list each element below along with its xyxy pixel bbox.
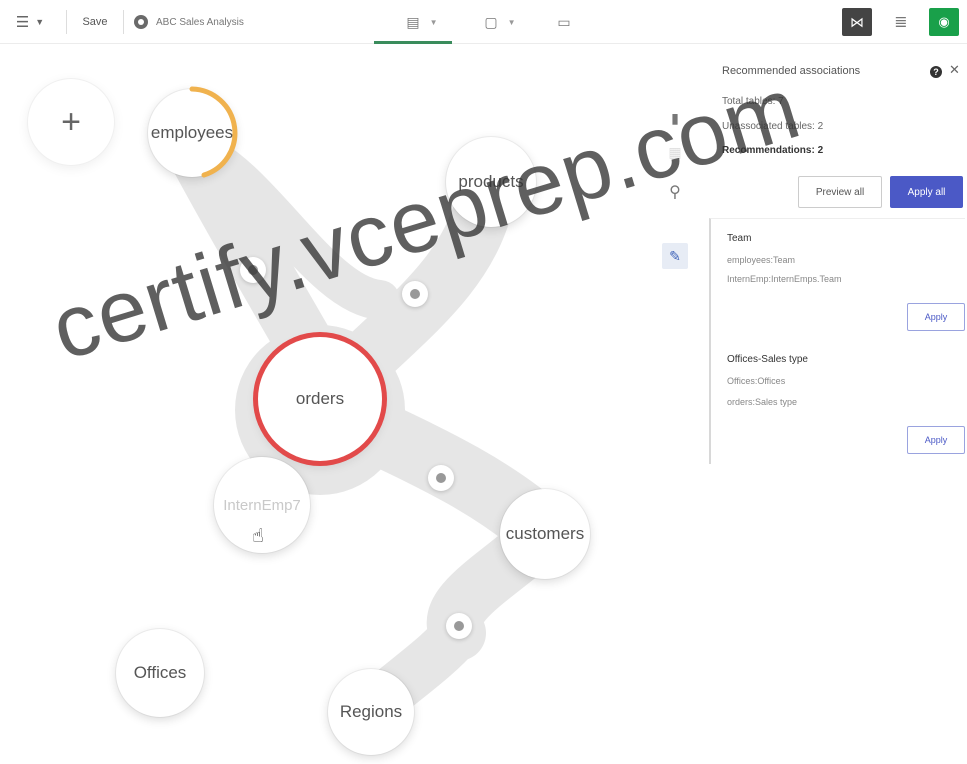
recommendations-stat: Recommendations: 2 (722, 145, 824, 156)
table-preview-icon: ▢ (484, 13, 498, 30)
unassociated-tables-stat: Unassociated tables: 2 (722, 121, 824, 132)
apply-button[interactable]: Apply (907, 303, 965, 331)
recommendation-card: Offices-Sales type Offices:Offices order… (709, 340, 965, 464)
recommendation-field: InternEmp:InternEmps.Team (727, 274, 842, 284)
plus-icon: + (61, 102, 81, 141)
run-icon: ◉ (938, 14, 950, 29)
list-view-button[interactable]: ≣ (886, 8, 916, 36)
chevron-down-icon: ▼ (507, 17, 516, 27)
search-icon: ⚲ (669, 184, 681, 201)
recommendation-title: Offices-Sales type (727, 354, 808, 365)
hand-cursor-icon: ☝ (252, 526, 264, 547)
model-view-icon: ⋈ (850, 13, 864, 30)
preview-all-button[interactable]: Preview all (798, 176, 882, 208)
toolbar-divider (66, 10, 67, 34)
recommendation-field: employees:Team (727, 255, 796, 265)
table-node-regions[interactable]: Regions (328, 669, 414, 755)
table-node-products[interactable]: products (446, 137, 536, 227)
preview-button[interactable]: ▭ (553, 8, 575, 36)
add-data-button[interactable]: + (28, 79, 114, 165)
data-model-icon: ▤ (406, 13, 420, 30)
association-connector[interactable] (428, 465, 454, 491)
loading-ring (189, 86, 238, 178)
table-name: InternEmp7 (223, 496, 301, 514)
app-icon (134, 15, 148, 29)
recommendation-field: Offices:Offices (727, 376, 786, 386)
table-name: Offices (133, 663, 187, 682)
table-name: Regions (339, 702, 403, 721)
apply-all-button[interactable]: Apply all (890, 176, 963, 208)
table-node-customers[interactable]: customers (500, 489, 590, 579)
table-preview-dropdown[interactable]: ▢ ▼ (478, 8, 522, 36)
association-connector[interactable] (446, 613, 472, 639)
data-model-view-dropdown[interactable]: ▤ ▼ (374, 8, 452, 44)
table-node-offices[interactable]: Offices (116, 629, 204, 717)
preview-icon: ▭ (557, 13, 571, 30)
total-tables-stat: Total tables: 7 (722, 96, 784, 107)
association-connector[interactable] (240, 257, 266, 283)
table-node-employees[interactable]: employees (148, 86, 238, 178)
app-title-text: ABC Sales Analysis (156, 16, 244, 28)
table-name: customers (505, 524, 585, 543)
associate-icon: ✎ (669, 247, 681, 264)
pin-tool-button[interactable]: ▮ (662, 105, 688, 131)
table-name: orders (295, 389, 345, 408)
search-tool-button[interactable]: ⚲ (662, 179, 688, 205)
association-connector[interactable] (402, 281, 428, 307)
chevron-down-icon: ▼ (35, 17, 45, 27)
table-name: products (458, 172, 524, 191)
model-view-button[interactable]: ⋈ (842, 8, 872, 36)
help-icon[interactable]: ? (930, 66, 942, 78)
toolbar-divider (123, 10, 124, 34)
recommendation-field: orders:Sales type (727, 397, 798, 407)
top-toolbar: ☰ ▼ Save ABC Sales Analysis ▤ ▼ ▢ ▼ ▭ ⋈ … (0, 0, 967, 44)
recommendation-title: Team (727, 233, 752, 244)
close-icon[interactable]: ✕ (949, 62, 960, 78)
panel-title: Recommended associations (722, 65, 861, 77)
recommendation-card: Team employees:Team InternEmp:InternEmps… (709, 218, 965, 340)
save-button[interactable]: Save (76, 12, 114, 32)
arrange-tool-button[interactable]: ▦ (662, 139, 688, 165)
association-canvas[interactable]: + employees products orders InternEmp7 c… (0, 45, 706, 764)
arrange-icon: ▦ (668, 143, 682, 160)
app-window: ☰ ▼ Save ABC Sales Analysis ▤ ▼ ▢ ▼ ▭ ⋈ … (0, 0, 967, 764)
app-title: ABC Sales Analysis (134, 12, 244, 32)
run-button[interactable]: ◉ (929, 8, 959, 36)
pin-icon: ▮ (671, 109, 679, 126)
hamburger-menu-icon: ☰ (15, 14, 30, 31)
associate-tool-button[interactable]: ✎ (662, 243, 688, 269)
table-node-orders[interactable]: orders (258, 337, 382, 461)
apply-button[interactable]: Apply (907, 426, 965, 454)
list-view-icon: ≣ (894, 14, 908, 31)
chevron-down-icon: ▼ (429, 17, 438, 27)
navigation-menu-button[interactable]: ☰ ▼ (6, 9, 54, 35)
